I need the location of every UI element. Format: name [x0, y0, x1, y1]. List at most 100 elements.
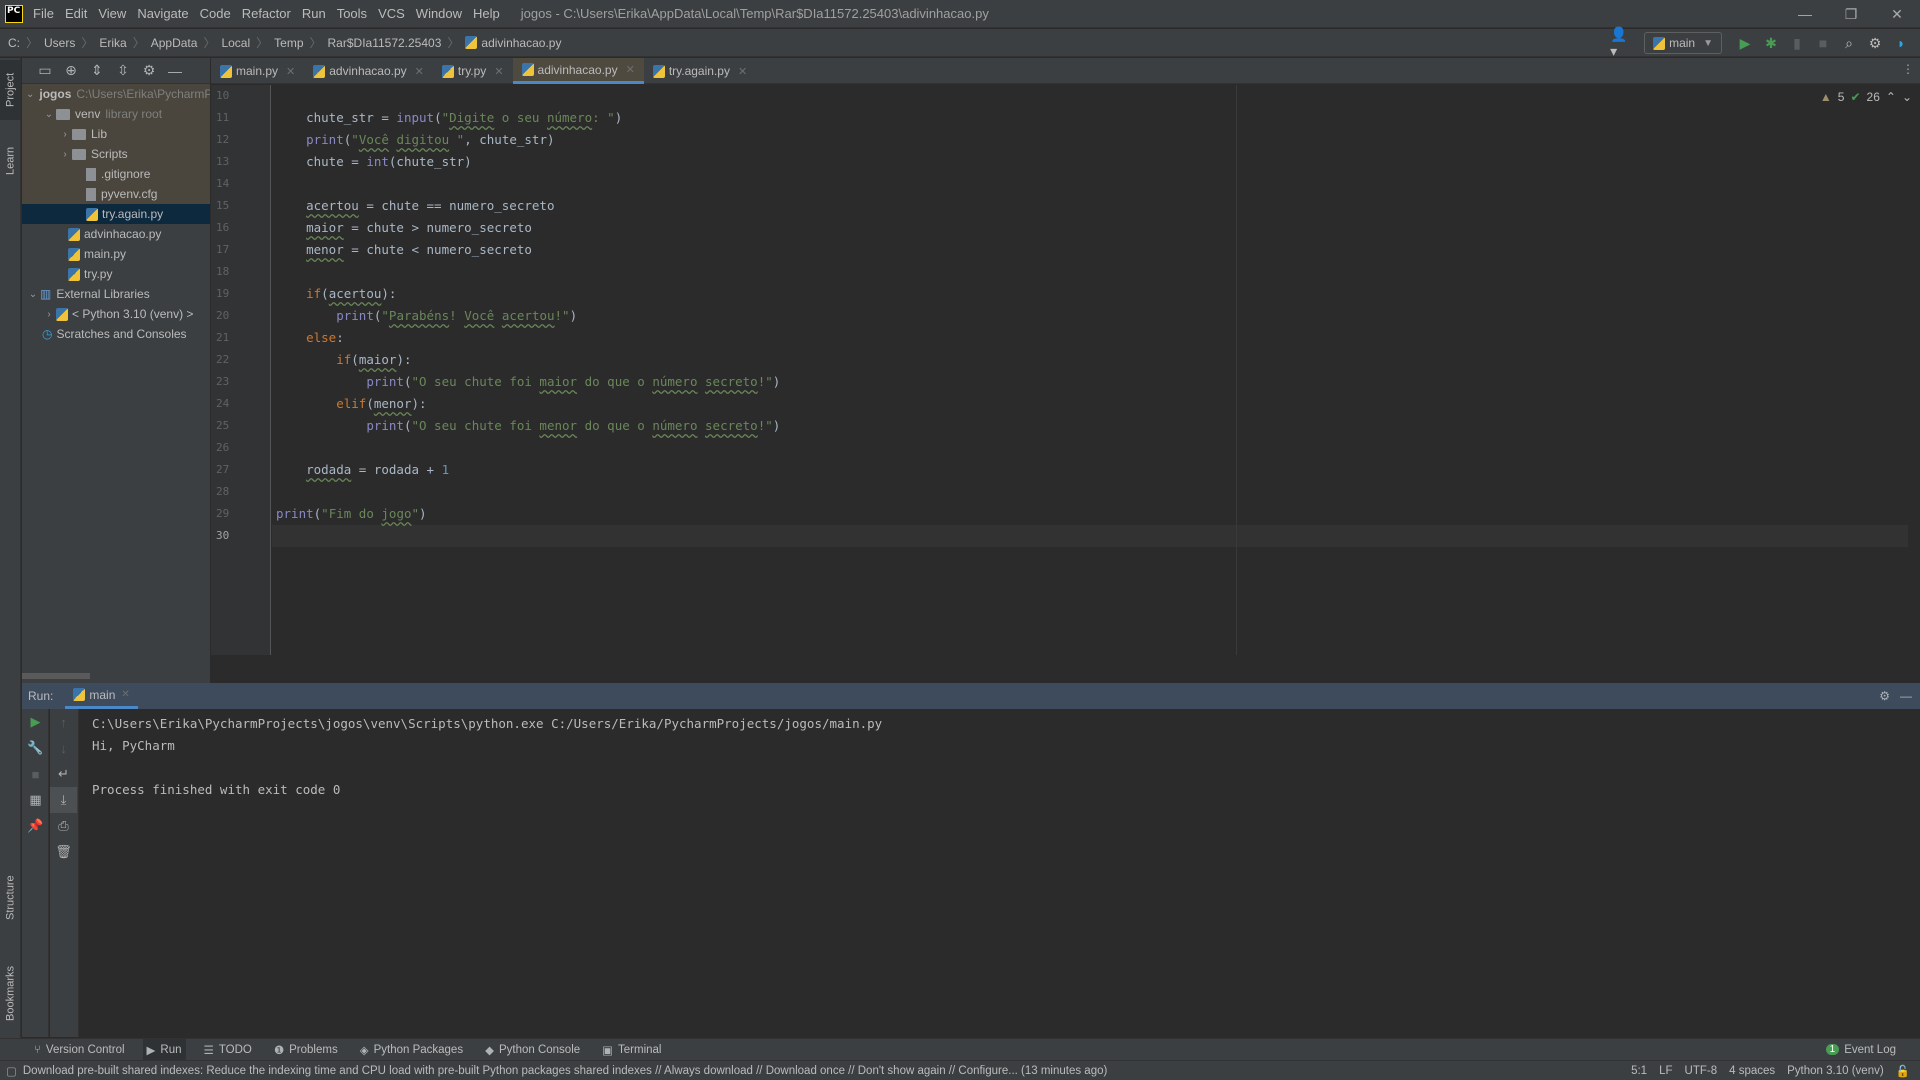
chevron-down-icon[interactable]: ⌄ — [26, 89, 34, 100]
code-line[interactable] — [272, 173, 1908, 195]
tool-terminal[interactable]: ▣ Terminal — [598, 1039, 665, 1061]
menu-help[interactable]: Help — [473, 6, 500, 21]
close-icon[interactable]: ✕ — [121, 689, 129, 700]
code-line[interactable]: chute_str = input("Digite o seu número: … — [272, 107, 1908, 129]
code-line[interactable]: menor = chute < numero_secreto — [272, 239, 1908, 261]
menu-refactor[interactable]: Refactor — [242, 6, 291, 21]
menu-edit[interactable]: Edit — [65, 6, 87, 21]
caret-position[interactable]: 5:1 — [1631, 1065, 1647, 1077]
status-message[interactable]: Download pre-built shared indexes: Reduc… — [23, 1065, 1107, 1077]
user-icon[interactable]: 👤▾ — [1610, 26, 1632, 59]
code-line[interactable]: if(acertou): — [272, 283, 1908, 305]
code-line[interactable]: else: — [272, 327, 1908, 349]
tool-python-console[interactable]: ◆ Python Console — [481, 1039, 584, 1061]
debug-icon[interactable]: ✱ — [1760, 32, 1782, 54]
previous-highlight-icon[interactable]: ⌃ — [1886, 90, 1896, 104]
tool-todo[interactable]: ☰ TODO — [200, 1039, 256, 1061]
expand-all-icon[interactable]: ⇕ — [86, 60, 108, 82]
tree-item-advinhacao-py[interactable]: advinhacao.py — [22, 224, 210, 244]
event-log-button[interactable]: 1 Event Log — [1822, 1039, 1900, 1061]
code-editor[interactable]: chute_str = input("Digite o seu número: … — [272, 85, 1908, 655]
menu-file[interactable]: File — [33, 6, 54, 21]
tool-python-packages[interactable]: ◈ Python Packages — [356, 1039, 467, 1061]
run-icon[interactable]: ▶ — [1734, 32, 1756, 54]
tab-try-py[interactable]: try.py ✕ — [433, 58, 513, 84]
tab-project[interactable]: Project — [0, 60, 21, 120]
code-line[interactable]: print("Fim do jogo") — [272, 503, 1908, 525]
close-icon[interactable]: ✕ — [626, 63, 635, 76]
search-icon[interactable]: ⌕ — [1838, 32, 1860, 54]
run-tab-main[interactable]: main ✕ — [65, 683, 138, 709]
tab-learn[interactable]: Learn — [0, 136, 21, 186]
close-icon[interactable]: ✕ — [286, 65, 295, 78]
trash-icon[interactable]: 🗑 — [50, 839, 77, 865]
tree-item-main-py[interactable]: main.py — [22, 244, 210, 264]
menu-view[interactable]: View — [98, 6, 126, 21]
code-line[interactable]: rodada = rodada + 1 — [272, 459, 1908, 481]
rerun-icon[interactable]: ▶ — [22, 709, 49, 735]
print-icon[interactable]: ⎙ — [50, 813, 77, 839]
file-encoding[interactable]: UTF-8 — [1685, 1065, 1718, 1077]
restore-button[interactable]: ❐ — [1828, 0, 1874, 28]
tree-item-jogos[interactable]: ⌄ jogos C:\Users\Erika\PycharmProjects\jo… — [22, 84, 210, 104]
menu-navigate[interactable]: Navigate — [137, 6, 188, 21]
gear-icon[interactable]: ⚙ — [1864, 32, 1886, 54]
tab-adivinhacao-py[interactable]: adivinhacao.py ✕ — [512, 58, 644, 84]
chevron-right-icon[interactable]: › — [58, 129, 72, 140]
tab-bookmarks[interactable]: Bookmarks — [0, 948, 21, 1038]
inspection-widget[interactable]: ▲ 5 ✔ 26 ⌃ ⌄ — [1820, 90, 1912, 104]
arrow-down-icon[interactable]: ↓ — [50, 735, 77, 761]
coverage-icon[interactable]: ▮ — [1786, 32, 1808, 54]
scroll-to-end-icon[interactable]: ⤓ — [50, 787, 77, 813]
tab-advinhacao-py[interactable]: advinhacao.py ✕ — [304, 58, 433, 84]
tab-try-again-py[interactable]: try.again.py ✕ — [644, 58, 756, 84]
layout-icon[interactable]: ▦ — [22, 787, 49, 813]
chevron-down-icon[interactable]: ⌄ — [42, 109, 56, 120]
code-line[interactable] — [272, 437, 1908, 459]
indent-setting[interactable]: 4 spaces — [1729, 1065, 1775, 1077]
tree-item-scratches[interactable]: ◷ Scratches and Consoles — [22, 324, 210, 344]
close-icon[interactable]: ✕ — [494, 65, 503, 78]
console-output[interactable]: C:\Users\Erika\PycharmProjects\jogos\ven… — [80, 709, 1920, 1037]
close-button[interactable]: ✕ — [1874, 0, 1920, 28]
hide-icon[interactable]: — — [164, 60, 186, 82]
line-separator[interactable]: LF — [1659, 1065, 1672, 1077]
code-line[interactable] — [272, 261, 1908, 283]
menu-window[interactable]: Window — [416, 6, 462, 21]
breadcrumb-item[interactable]: Temp — [274, 36, 303, 50]
gear-icon[interactable]: ⚙ — [138, 60, 160, 82]
tree-item-gitignore[interactable]: .gitignore — [22, 164, 210, 184]
chevron-down-icon[interactable]: ⌄ — [26, 289, 40, 300]
breadcrumb-item[interactable]: Rar$DIa11572.25403 — [328, 36, 442, 50]
stop-icon[interactable]: ■ — [22, 761, 49, 787]
code-line[interactable]: print("Parabéns! Você acertou!") — [272, 305, 1908, 327]
breadcrumb-item[interactable]: Erika — [99, 36, 126, 50]
breadcrumb-item[interactable]: Local — [221, 36, 250, 50]
tree-item-external-libraries[interactable]: ⌄ ▥ External Libraries — [22, 284, 210, 304]
code-line[interactable]: if(maior): — [272, 349, 1908, 371]
breadcrumb-item[interactable]: C: — [8, 36, 20, 50]
menu-code[interactable]: Code — [200, 6, 231, 21]
tree-item-lib[interactable]: › Lib — [22, 124, 210, 144]
more-tabs-icon[interactable]: ⋮ — [1902, 62, 1914, 76]
menu-vcs[interactable]: VCS — [378, 6, 405, 21]
next-highlight-icon[interactable]: ⌄ — [1902, 90, 1912, 104]
code-line[interactable] — [272, 525, 1908, 547]
code-line[interactable]: chute = int(chute_str) — [272, 151, 1908, 173]
gear-icon[interactable]: ⚙ — [1879, 689, 1890, 703]
tree-item-try-again-py[interactable]: try.again.py — [22, 204, 210, 224]
code-line[interactable]: print("O seu chute foi maior do que o nú… — [272, 371, 1908, 393]
stop-icon[interactable]: ■ — [1812, 32, 1834, 54]
pin-icon[interactable]: 📌 — [22, 813, 49, 839]
tool-problems[interactable]: ❶ Problems — [270, 1039, 342, 1061]
menu-run[interactable]: Run — [302, 6, 326, 21]
tool-run[interactable]: ▶ Run — [142, 1038, 186, 1061]
panel-toggle-icon[interactable]: ▢ — [6, 1064, 17, 1078]
code-line[interactable]: print("O seu chute foi menor do que o nú… — [272, 415, 1908, 437]
tree-item-scripts[interactable]: › Scripts — [22, 144, 210, 164]
python-interpreter[interactable]: Python 3.10 (venv) — [1787, 1065, 1884, 1077]
code-line[interactable]: maior = chute > numero_secreto — [272, 217, 1908, 239]
chevron-right-icon[interactable]: › — [58, 149, 72, 160]
breadcrumb-item[interactable]: Users — [44, 36, 75, 50]
tab-main-py[interactable]: main.py ✕ — [211, 58, 304, 84]
